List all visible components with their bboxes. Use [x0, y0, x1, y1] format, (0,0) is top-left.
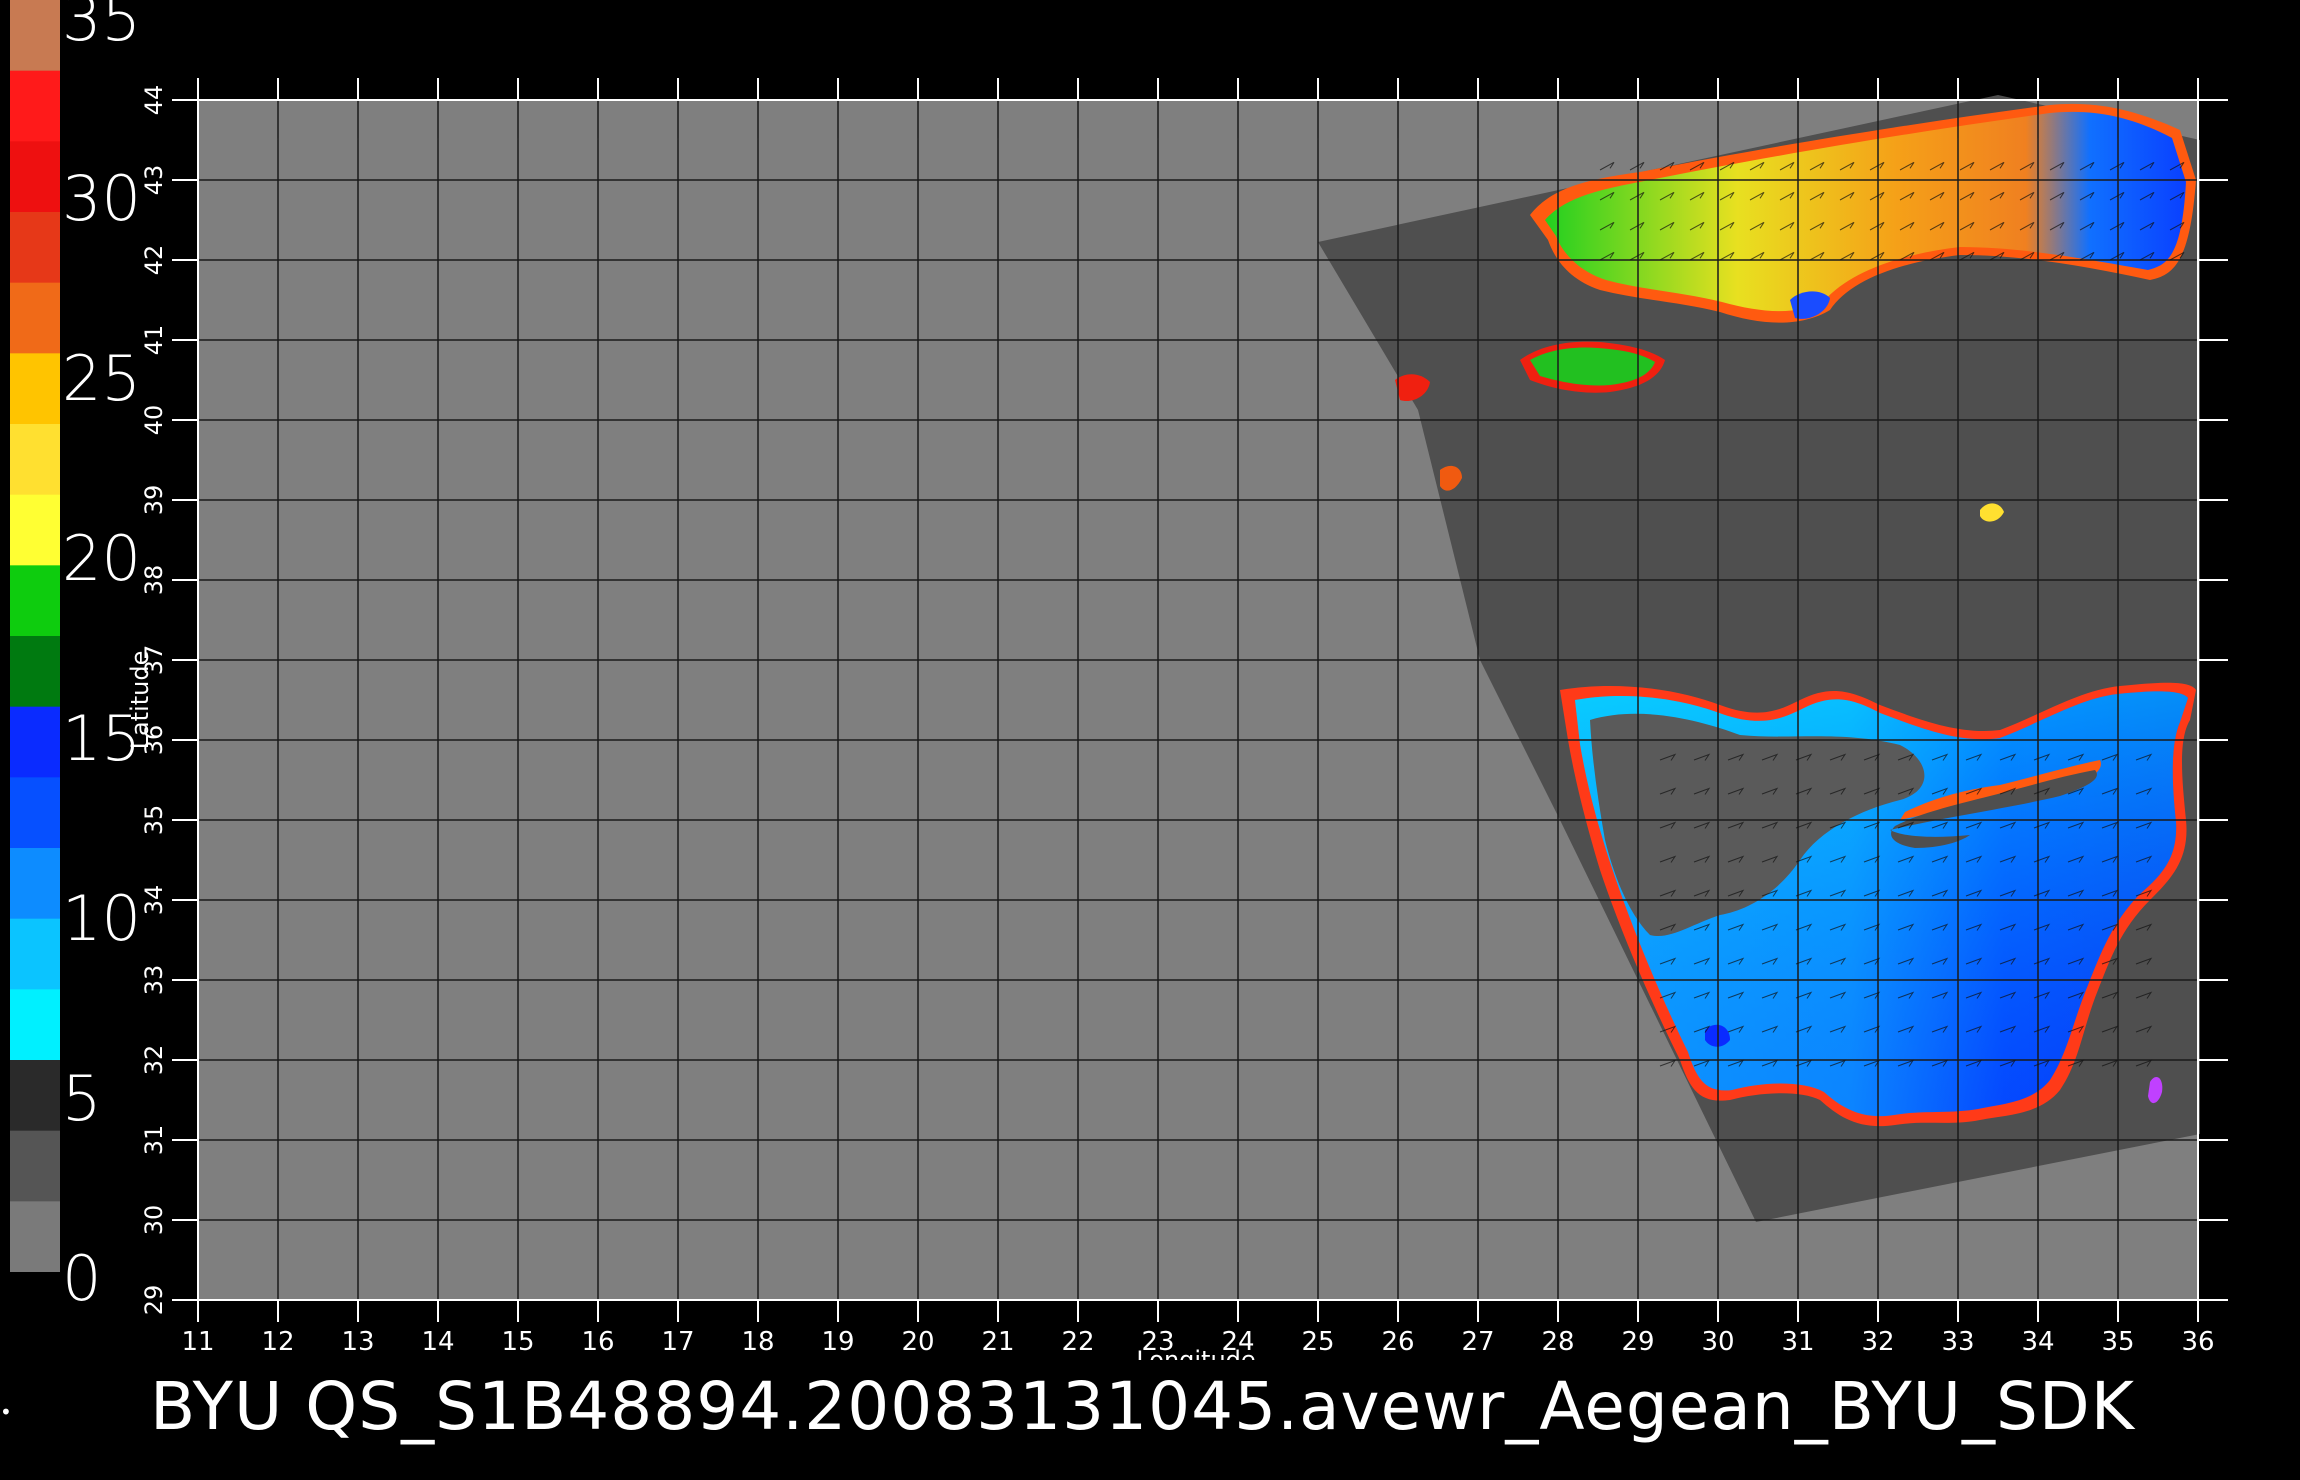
lon-tick-label: 29 — [1621, 1327, 1654, 1357]
image-caption: BYU QS_S1B48894.20083131045.avewr_Aegean… — [150, 1368, 2135, 1445]
y-axis-label: Latitude — [126, 651, 154, 750]
lat-tick-label: 29 — [140, 1285, 168, 1316]
lon-tick-label: 34 — [2021, 1327, 2054, 1357]
lat-tick-label: 39 — [140, 485, 168, 516]
lon-tick-label: 21 — [981, 1327, 1014, 1357]
lon-tick-label: 17 — [661, 1327, 694, 1357]
lat-tick-label: 34 — [140, 885, 168, 916]
lon-tick-label: 11 — [181, 1327, 214, 1357]
lon-tick-label: 32 — [1861, 1327, 1894, 1357]
x-axis-label: Longitude — [1136, 1346, 1255, 1360]
lon-tick-label: 15 — [501, 1327, 534, 1357]
lon-tick-label: 31 — [1781, 1327, 1814, 1357]
lon-tick-label: 12 — [261, 1327, 294, 1357]
lat-tick-label: 33 — [140, 965, 168, 996]
lat-tick-label: 32 — [140, 1045, 168, 1076]
lat-tick-label: 35 — [140, 805, 168, 836]
lat-tick-label: 30 — [140, 1205, 168, 1236]
lon-tick-label: 27 — [1461, 1327, 1494, 1357]
lat-tick-label: 42 — [140, 245, 168, 276]
lat-tick-label: 41 — [140, 325, 168, 356]
lon-tick-label: 22 — [1061, 1327, 1094, 1357]
lon-tick-label: 16 — [581, 1327, 614, 1357]
lon-tick-label: 35 — [2101, 1327, 2134, 1357]
lat-tick-label: 43 — [140, 165, 168, 196]
lat-tick-label: 44 — [140, 85, 168, 116]
lon-tick-label: 19 — [821, 1327, 854, 1357]
wind-map: 11 12 13 14 15 16 17 18 19 20 21 22 23 24 25 26 27 28 29 30… — [126, 78, 2228, 1360]
lon-tick-label: 25 — [1301, 1327, 1334, 1357]
lon-tick-label: 14 — [421, 1327, 454, 1357]
lon-tick-label: 33 — [1941, 1327, 1974, 1357]
lon-tick-label: 36 — [2181, 1327, 2214, 1357]
lon-tick-label: 28 — [1541, 1327, 1574, 1357]
lon-tick-label: 13 — [341, 1327, 374, 1357]
lat-tick-label: 40 — [140, 405, 168, 436]
lat-tick-label: 38 — [140, 565, 168, 596]
edge-mark: • — [0, 1400, 12, 1424]
lon-tick-label: 30 — [1701, 1327, 1734, 1357]
lat-tick-label: 31 — [140, 1125, 168, 1156]
lon-tick-label: 26 — [1381, 1327, 1414, 1357]
lon-tick-label: 18 — [741, 1327, 774, 1357]
lon-tick-label: 20 — [901, 1327, 934, 1357]
